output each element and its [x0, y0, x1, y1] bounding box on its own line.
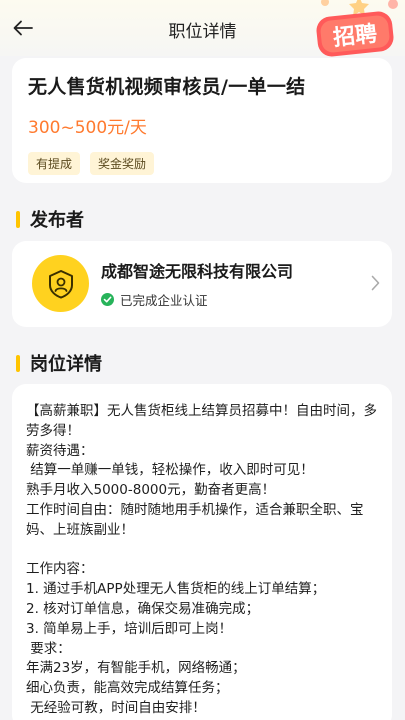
publisher-section-header: 发布者 [16, 206, 84, 232]
job-detail-card: 【高薪兼职】无人售货柜线上结算员招募中！自由时间，多劳多得！ 薪资待遇： 结算一… [12, 384, 392, 720]
job-description: 【高薪兼职】无人售货柜线上结算员招募中！自由时间，多劳多得！ 薪资待遇： 结算一… [26, 403, 377, 716]
company-user-icon [48, 269, 73, 298]
detail-section-title: 岗位详情 [30, 354, 102, 375]
verification-status: 已完成企业认证 [101, 290, 208, 309]
publisher-card[interactable]: 成都智途无限科技有限公司 已完成企业认证 [12, 241, 392, 327]
detail-section-header: 岗位详情 [16, 350, 102, 376]
verified-check-icon [101, 293, 114, 306]
badge-text: 招聘 [332, 22, 378, 51]
job-tag: 奖金奖励 [90, 152, 155, 175]
section-accent-bar [16, 210, 20, 228]
verification-label: 已完成企业认证 [120, 293, 208, 308]
job-tag: 有提成 [28, 152, 81, 175]
company-name: 成都智途无限科技有限公司 [101, 262, 294, 281]
company-avatar [32, 255, 89, 312]
job-salary: 300~500元/天 [28, 118, 147, 138]
job-summary-card: 无人售货机视频审核员/一单一结 300~500元/天 有提成 奖金奖励 [12, 58, 392, 183]
chevron-right-icon [371, 275, 380, 291]
job-title: 无人售货机视频审核员/一单一结 [28, 76, 306, 98]
publisher-section-title: 发布者 [30, 210, 84, 231]
job-tags: 有提成 奖金奖励 [28, 152, 376, 175]
recruit-badge-icon: 招聘 [316, 0, 398, 57]
top-bar: 职位详情 招聘 [0, 0, 405, 57]
section-accent-bar [16, 354, 20, 372]
